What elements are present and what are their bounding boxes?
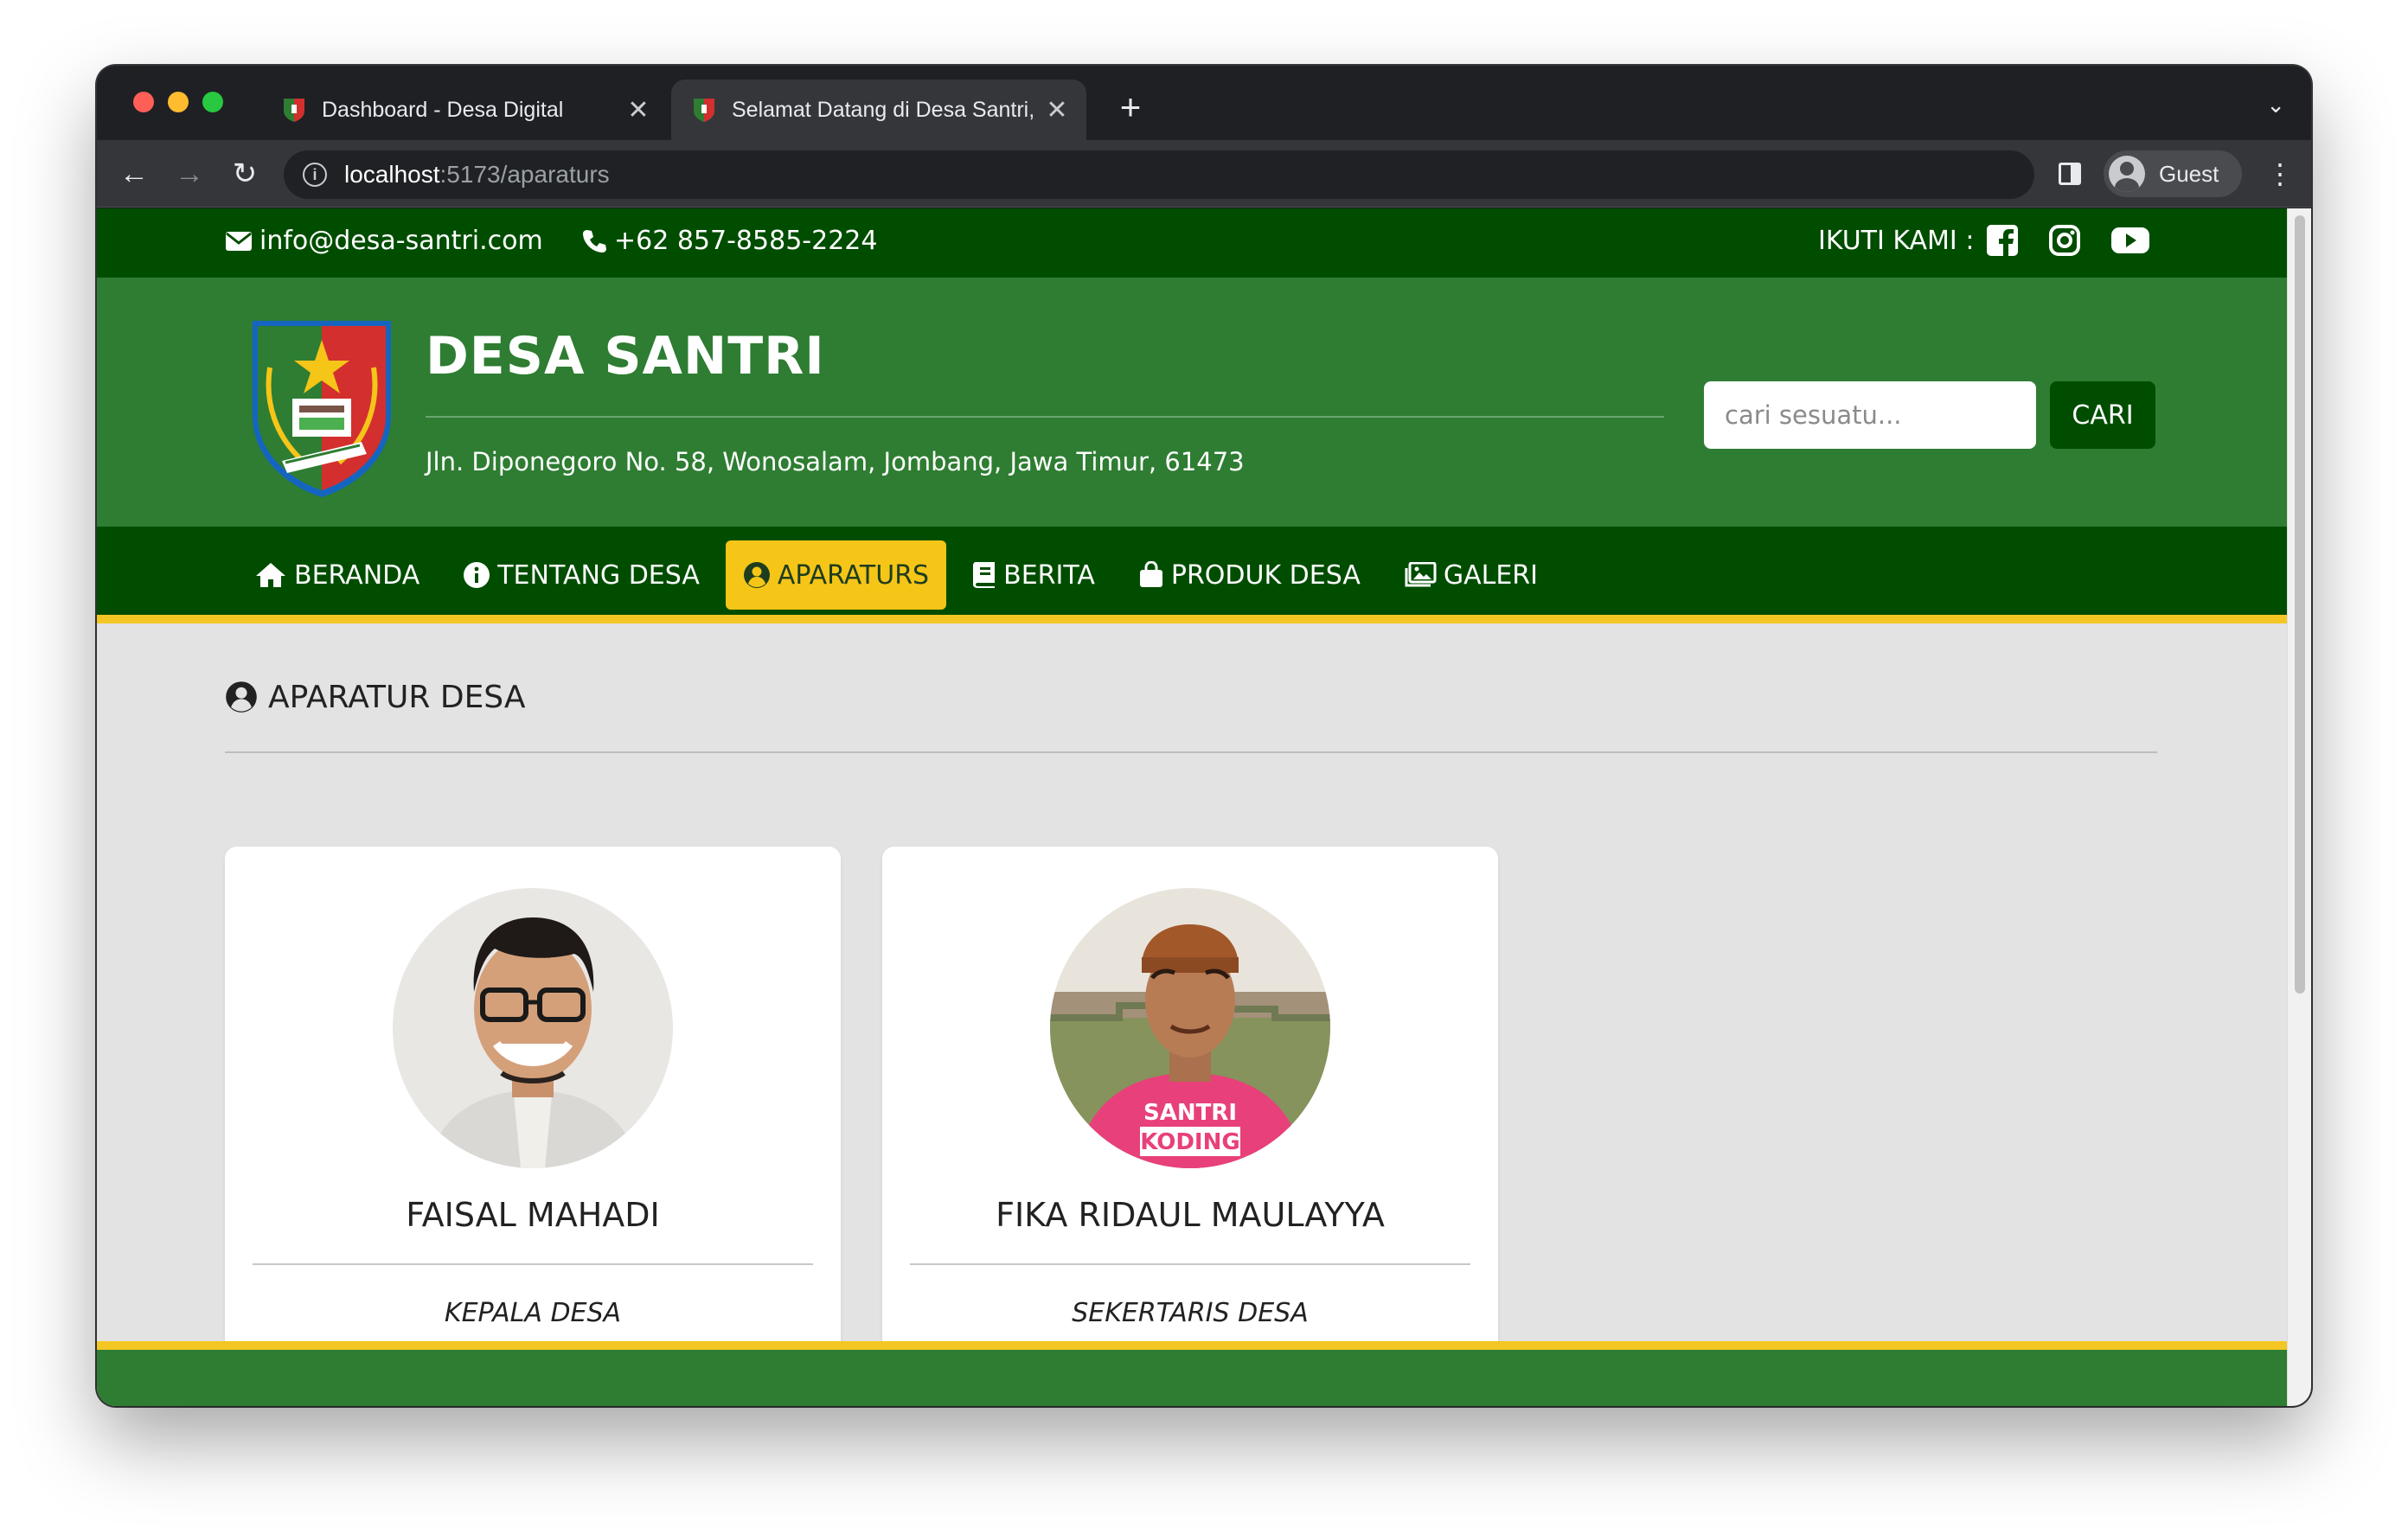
contact-bar: info@desa-santri.com +62 857-8585-2224 I… [97,208,2287,278]
more-menu-icon[interactable]: ⋮ [2266,154,2294,194]
tab-search-chevron-icon[interactable]: ⌄ [2266,92,2285,118]
side-panel-icon[interactable] [2059,163,2081,185]
facebook-icon[interactable] [1986,224,2019,257]
instagram-icon[interactable] [2048,224,2081,257]
site-favicon-icon [282,97,306,123]
envelope-icon [226,231,252,251]
forward-arrow-icon[interactable]: → [170,154,209,194]
aparatur-photo: SANTRI KODING [1050,888,1330,1168]
card-divider [910,1263,1470,1265]
profile-name: Guest [2159,160,2219,187]
back-arrow-icon[interactable]: ← [114,154,154,194]
close-tab-icon[interactable]: ✕ [621,95,656,125]
main-navigation: BERANDA TENTANG DESA APARATURS BERITA PR… [97,527,2287,623]
page-scrollbar[interactable] [2287,208,2311,1406]
svg-text:KODING: KODING [1140,1129,1239,1155]
nav-label: APARATURS [777,559,930,591]
section-divider [225,751,2157,753]
nav-label: TENTANG DESA [497,559,700,591]
site-favicon-icon [692,97,716,123]
aparatur-card[interactable]: FAISAL MAHADI KEPALA DESA [225,847,841,1369]
search-button[interactable]: CARI [2050,381,2155,449]
maximize-window-button[interactable] [202,92,223,112]
new-tab-button[interactable]: + [1109,86,1152,130]
site-info-icon[interactable]: i [303,163,327,187]
close-tab-icon[interactable]: ✕ [1040,95,1074,125]
phone-icon [583,229,606,252]
nav-label: BERITA [1003,559,1095,591]
address-bar[interactable]: i localhost:5173/aparaturs [284,150,2034,199]
info-icon [464,562,490,588]
url-path: :5173/aparaturs [439,161,610,188]
contact-phone[interactable]: +62 857-8585-2224 [581,226,877,256]
site-header: DESA SANTRI Jln. Diponegoro No. 58, Wono… [97,278,2287,527]
aparatur-name: FAISAL MAHADI [406,1196,660,1234]
nav-item-berita[interactable]: BERITA [955,540,1112,610]
scrollbar-thumb[interactable] [2295,215,2305,994]
email-text: info@desa-santri.com [259,226,543,256]
youtube-icon[interactable] [2110,226,2150,255]
footer [97,1341,2287,1406]
follow-label: IKUTI KAMI : [1818,226,1975,256]
avatar [2109,156,2145,192]
site-address: Jln. Diponegoro No. 58, Wonosalam, Jomba… [426,447,1245,476]
browser-window: Dashboard - Desa Digital ✕ Selamat Datan… [97,66,2311,1406]
shopping-bag-icon [1139,561,1162,587]
aparatur-list: FAISAL MAHADI KEPALA DESA SANTRI KODING … [225,847,1498,1369]
aparatur-photo [393,888,673,1168]
svg-text:SANTRI: SANTRI [1143,1100,1237,1126]
nav-label: BERANDA [294,559,420,591]
page-title: APARATUR DESA [268,679,526,715]
tab-strip: Dashboard - Desa Digital ✕ Selamat Datan… [97,66,2311,140]
minimize-window-button[interactable] [168,92,189,112]
main-content: APARATUR DESA [225,675,2157,753]
close-window-button[interactable] [133,92,154,112]
nav-item-tentang-desa[interactable]: TENTANG DESA [445,540,717,610]
profile-button[interactable]: Guest [2104,150,2242,197]
card-divider [253,1263,813,1265]
social-links [1986,224,2157,257]
aparatur-name: FIKA RIDAUL MAULAYYA [996,1196,1385,1234]
header-divider [426,416,1664,418]
url-host: localhost [344,161,440,188]
nav-label: GALERI [1443,559,1538,591]
site-brand[interactable]: DESA SANTRI [426,326,825,387]
browser-tab-active[interactable]: Selamat Datang di Desa Santri, Kabupaten… [671,80,1086,140]
village-crest-logo[interactable] [247,316,396,505]
browser-toolbar: ← → ↻ i localhost:5173/aparaturs Guest ⋮ [97,140,2311,208]
browser-tab-dashboard[interactable]: Dashboard - Desa Digital ✕ [261,80,668,140]
nav-item-beranda[interactable]: BERANDA [237,540,437,610]
contact-email[interactable]: info@desa-santri.com [225,226,543,256]
nav-item-aparaturs[interactable]: APARATURS [725,540,947,610]
section-heading: APARATUR DESA [225,675,2157,719]
user-circle-icon [226,681,257,713]
aparatur-role: KEPALA DESA [444,1298,622,1328]
page-viewport: info@desa-santri.com +62 857-8585-2224 I… [97,208,2287,1406]
phone-text: +62 857-8585-2224 [614,226,878,256]
aparatur-role: SEKERTARIS DESA [1072,1298,1309,1328]
nav-item-produk-desa[interactable]: PRODUK DESA [1121,540,1378,610]
images-icon [1405,562,1437,587]
tab-title: Selamat Datang di Desa Santri, Kabupaten… [732,97,1040,122]
nav-item-galeri[interactable]: GALERI [1387,540,1555,610]
book-icon [973,562,996,588]
nav-label: PRODUK DESA [1170,559,1361,591]
aparatur-card[interactable]: SANTRI KODING FIKA RIDAUL MAULAYYA SEKER… [882,847,1498,1369]
home-icon [256,563,285,587]
user-circle-icon [743,562,770,588]
reload-icon[interactable]: ↻ [225,154,265,194]
tab-title: Dashboard - Desa Digital [322,97,564,122]
search-input[interactable] [1704,381,2036,449]
